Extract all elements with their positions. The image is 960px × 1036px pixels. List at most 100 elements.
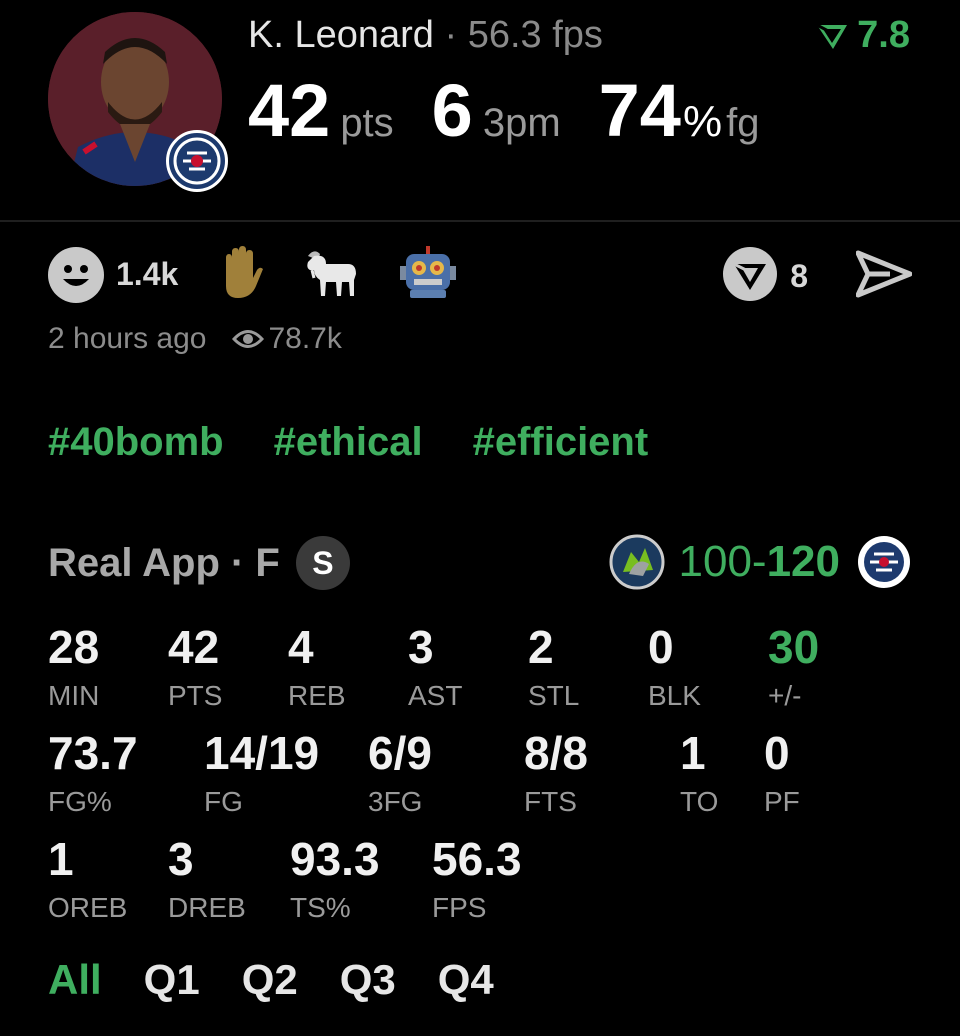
stat-label: OREB [48, 892, 128, 923]
stat-value: 28 [48, 621, 100, 673]
stat-value: 73.7 [48, 727, 138, 779]
team-logo-icon [166, 130, 228, 192]
header-divider [0, 220, 960, 222]
stat-3fg: 6/9 3FG [368, 730, 432, 818]
reactions-bar: 1.4k [48, 246, 496, 303]
tab-q2[interactable]: Q2 [242, 956, 298, 1004]
stat-label: FPS [432, 892, 487, 923]
stat-label: BLK [648, 680, 701, 711]
rating-value: 7.8 [857, 14, 910, 56]
separator: · [433, 14, 468, 56]
view-count: 78.7k [268, 322, 342, 355]
stat-min: 28 MIN [48, 624, 99, 712]
stat-label: REB [288, 680, 346, 711]
stat-label: FG [204, 786, 243, 817]
robot-icon[interactable] [400, 246, 457, 303]
headline-fg-unit: fg [726, 101, 760, 145]
stat-label: 3FG [368, 786, 423, 817]
headline-3pm-value: 6 [431, 69, 473, 152]
stat-fg-pct: 73.7 FG% [48, 730, 138, 818]
stat-reb: 4 REB [288, 624, 346, 712]
stat-oreb: 1 OREB [48, 836, 127, 924]
stat-ts-pct: 93.3 TS% [290, 836, 380, 924]
stat-pts: 42 PTS [168, 624, 222, 712]
stat-fts: 8/8 FTS [524, 730, 588, 818]
hashtag[interactable]: #ethical [274, 420, 423, 465]
stat-value: 4 [288, 621, 314, 673]
goat-icon[interactable] [304, 246, 360, 303]
opponent-score: 100- [678, 537, 767, 586]
post-card: K. Leonard · 56.3 fps 7.8 42 pts 6 3pm 7… [0, 0, 960, 1036]
app-label: Real App · F [48, 540, 280, 585]
stat-value: 14/19 [204, 727, 320, 779]
stat-plus-minus: 30 +/- [768, 624, 819, 712]
stat-pf: 0 PF [764, 730, 800, 818]
rating-badge: 7.8 [815, 14, 910, 57]
player-name[interactable]: K. Leonard [248, 14, 434, 56]
post-actions: 8 [722, 246, 913, 307]
stat-value: 6/9 [368, 727, 432, 779]
stat-label: +/- [768, 680, 802, 711]
stat-value: 1 [48, 833, 74, 885]
stat-label: MIN [48, 680, 100, 711]
raised-hand-icon[interactable] [218, 246, 264, 303]
post-meta: 2 hours ago 78.7k [48, 322, 342, 356]
share-send-icon[interactable] [855, 249, 913, 304]
fps-text: 56.3 fps [467, 14, 603, 56]
game-info: Real App · F S [48, 536, 350, 590]
stat-value: 42 [168, 621, 220, 673]
headline-pts-unit: pts [340, 101, 394, 145]
quarter-tabs: All Q1 Q2 Q3 Q4 [48, 956, 494, 1004]
stat-value: 56.3 [432, 833, 522, 885]
headline-fg-value: 74 [598, 69, 681, 152]
hashtag[interactable]: #40bomb [48, 420, 224, 465]
stat-dreb: 3 DREB [168, 836, 246, 924]
eye-icon [232, 330, 265, 348]
stat-value: 1 [680, 727, 706, 779]
headline-pts-value: 42 [248, 69, 331, 152]
tab-q4[interactable]: Q4 [438, 956, 494, 1004]
tab-all[interactable]: All [48, 956, 102, 1004]
views: 78.7k [232, 322, 342, 356]
comment-count[interactable]: 8 [790, 258, 808, 295]
headline-fg-pct: % [682, 97, 723, 146]
stat-value: 0 [764, 727, 790, 779]
hashtags: #40bomb #ethical #efficient [48, 420, 648, 465]
smiley-reaction-icon[interactable] [48, 246, 104, 303]
stat-value: 2 [528, 621, 554, 673]
tab-q3[interactable]: Q3 [340, 956, 396, 1004]
time-ago: 2 hours ago [48, 322, 207, 355]
stat-value: 3 [168, 833, 194, 885]
stat-label: TO [680, 786, 719, 817]
stat-value: 3 [408, 621, 434, 673]
hashtag[interactable]: #efficient [473, 420, 649, 465]
stat-label: DREB [168, 892, 246, 923]
stat-ast: 3 AST [408, 624, 462, 712]
stat-blk: 0 BLK [648, 624, 701, 712]
stat-stl: 2 STL [528, 624, 579, 712]
team-logo-icon [856, 534, 912, 590]
rating-chevron-icon [816, 23, 848, 49]
stat-fg: 14/19 FG [204, 730, 319, 818]
s-badge[interactable]: S [295, 536, 350, 590]
team-score: 120 [766, 537, 840, 586]
stat-value: 30 [768, 621, 820, 673]
headline-stats: 42 pts 6 3pm 74 % fg [248, 68, 759, 153]
stat-label: STL [528, 680, 580, 711]
reaction-count[interactable]: 1.4k [116, 256, 178, 293]
stat-label: TS% [290, 892, 351, 923]
stat-to: 1 TO [680, 730, 718, 818]
opponent-logo-icon [609, 534, 665, 590]
stat-label: AST [408, 680, 463, 711]
score-line[interactable]: 100- 120 [593, 534, 913, 590]
stat-label: FG% [48, 786, 112, 817]
stat-value: 8/8 [524, 727, 588, 779]
stat-label: PF [764, 786, 800, 817]
stat-label: PTS [168, 680, 223, 711]
stat-value: 93.3 [290, 833, 380, 885]
stat-value: 0 [648, 621, 674, 673]
tab-q1[interactable]: Q1 [144, 956, 200, 1004]
comment-logo-icon[interactable] [722, 246, 778, 307]
stat-fps: 56.3 FPS [432, 836, 522, 924]
player-line: K. Leonard · 56.3 fps [248, 14, 603, 57]
